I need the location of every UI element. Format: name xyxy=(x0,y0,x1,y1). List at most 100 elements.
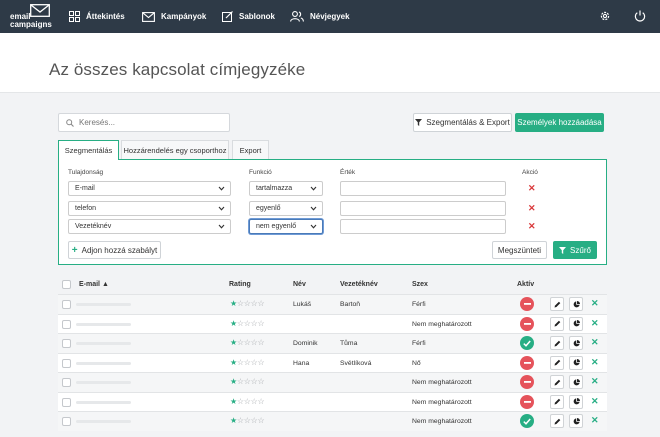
delete-row-icon[interactable]: ✕ xyxy=(591,318,599,328)
star-icon[interactable]: ☆ xyxy=(237,377,244,386)
function-select[interactable]: nem egyenlő xyxy=(249,219,323,234)
select-all-checkbox[interactable] xyxy=(62,280,71,289)
star-icon[interactable]: ☆ xyxy=(237,397,244,406)
star-icon[interactable]: ☆ xyxy=(251,377,258,386)
star-icon[interactable]: ★ xyxy=(230,358,237,367)
stats-button[interactable] xyxy=(569,414,583,428)
table-row[interactable]: ★☆☆☆☆ Hana Světlíková Nő ✕ xyxy=(58,352,607,372)
rating-stars[interactable]: ★☆☆☆☆ xyxy=(230,416,265,425)
function-select[interactable]: egyenlő xyxy=(249,201,323,216)
star-icon[interactable]: ☆ xyxy=(244,416,251,425)
active-status-icon[interactable] xyxy=(520,336,534,350)
nav-item-campaigns[interactable]: Kampányok xyxy=(142,0,206,33)
delete-row-icon[interactable]: ✕ xyxy=(591,357,599,367)
edit-button[interactable] xyxy=(550,414,564,428)
star-icon[interactable]: ★ xyxy=(230,377,237,386)
function-select[interactable]: tartalmazza xyxy=(249,181,323,196)
inactive-status-icon[interactable] xyxy=(520,375,534,389)
star-icon[interactable]: ☆ xyxy=(258,299,265,308)
value-input[interactable] xyxy=(340,219,506,234)
column-header-rating[interactable]: Rating xyxy=(229,281,251,288)
column-header-last-name[interactable]: Vezetéknév xyxy=(340,281,378,288)
row-checkbox[interactable] xyxy=(62,358,71,368)
table-row[interactable]: ★☆☆☆☆ Nem meghatározott ✕ xyxy=(58,313,607,333)
star-icon[interactable]: ☆ xyxy=(251,338,258,347)
delete-rule-icon[interactable]: ✕ xyxy=(528,184,536,193)
property-select[interactable]: Vezetéknév xyxy=(68,219,231,234)
star-icon[interactable]: ☆ xyxy=(237,416,244,425)
tab-assign-group[interactable]: Hozzárendelés egy csoporthoz xyxy=(121,140,229,159)
row-checkbox[interactable] xyxy=(62,397,71,407)
column-header-gender[interactable]: Szex xyxy=(412,281,428,288)
stats-button[interactable] xyxy=(569,375,583,389)
segment-export-button[interactable]: Szegmentálás & Export xyxy=(413,113,512,132)
star-icon[interactable]: ☆ xyxy=(251,397,258,406)
gear-icon[interactable] xyxy=(599,10,611,24)
add-persons-button[interactable]: Személyek hozzáadása xyxy=(515,113,604,132)
star-icon[interactable]: ☆ xyxy=(251,416,258,425)
tab-segmentation[interactable]: Szegmentálás xyxy=(58,140,119,160)
nav-item-contacts[interactable]: Névjegyek xyxy=(290,0,350,33)
inactive-status-icon[interactable] xyxy=(520,316,534,331)
row-checkbox[interactable] xyxy=(62,339,71,348)
filter-button[interactable]: Szűrő xyxy=(553,241,597,259)
edit-button[interactable] xyxy=(550,394,564,409)
column-header-active[interactable]: Aktív xyxy=(517,281,534,288)
star-icon[interactable]: ☆ xyxy=(244,299,251,308)
search-box[interactable] xyxy=(58,113,230,132)
rating-stars[interactable]: ★☆☆☆☆ xyxy=(230,338,265,347)
delete-rule-icon[interactable]: ✕ xyxy=(528,222,536,231)
cancel-button[interactable]: Megszünteti xyxy=(492,241,547,259)
stats-button[interactable] xyxy=(569,316,583,331)
star-icon[interactable]: ☆ xyxy=(244,358,251,367)
edit-button[interactable] xyxy=(550,355,564,370)
table-row[interactable]: ★☆☆☆☆ Nem meghatározott ✕ xyxy=(58,372,607,392)
table-row[interactable]: ★☆☆☆☆ Dominik Tůma Férfi ✕ xyxy=(58,333,607,353)
value-input[interactable] xyxy=(340,201,506,216)
star-icon[interactable]: ☆ xyxy=(237,299,244,308)
star-icon[interactable]: ★ xyxy=(230,416,237,425)
row-checkbox[interactable] xyxy=(62,300,71,309)
value-input[interactable] xyxy=(340,181,506,196)
delete-row-icon[interactable]: ✕ xyxy=(591,416,599,425)
star-icon[interactable]: ☆ xyxy=(258,338,265,347)
delete-rule-icon[interactable]: ✕ xyxy=(528,204,536,213)
column-header-email[interactable]: E-mail ▲ xyxy=(79,281,109,288)
rating-stars[interactable]: ★☆☆☆☆ xyxy=(230,358,265,367)
rating-stars[interactable]: ★☆☆☆☆ xyxy=(230,299,265,308)
delete-row-icon[interactable]: ✕ xyxy=(591,338,599,347)
stats-button[interactable] xyxy=(569,297,583,311)
nav-item-overview[interactable]: Áttekintés xyxy=(69,0,125,33)
star-icon[interactable]: ☆ xyxy=(258,319,265,328)
property-select[interactable]: telefon xyxy=(68,201,231,216)
edit-button[interactable] xyxy=(550,336,564,350)
stats-button[interactable] xyxy=(569,336,583,350)
star-icon[interactable]: ☆ xyxy=(251,358,258,367)
delete-row-icon[interactable]: ✕ xyxy=(591,377,599,386)
star-icon[interactable]: ☆ xyxy=(237,358,244,367)
star-icon[interactable]: ☆ xyxy=(244,319,251,328)
star-icon[interactable]: ☆ xyxy=(244,338,251,347)
star-icon[interactable]: ★ xyxy=(230,338,237,347)
column-header-first-name[interactable]: Név xyxy=(293,281,306,288)
rating-stars[interactable]: ★☆☆☆☆ xyxy=(230,397,265,406)
star-icon[interactable]: ☆ xyxy=(258,377,265,386)
row-checkbox[interactable] xyxy=(62,378,71,387)
property-select[interactable]: E-mail xyxy=(68,181,231,196)
star-icon[interactable]: ☆ xyxy=(237,338,244,347)
inactive-status-icon[interactable] xyxy=(520,297,534,311)
stats-button[interactable] xyxy=(569,355,583,370)
inactive-status-icon[interactable] xyxy=(520,394,534,409)
star-icon[interactable]: ☆ xyxy=(251,319,258,328)
row-checkbox[interactable] xyxy=(62,319,71,329)
star-icon[interactable]: ★ xyxy=(230,319,237,328)
edit-button[interactable] xyxy=(550,297,564,311)
table-row[interactable]: ★☆☆☆☆ Nem meghatározott ✕ xyxy=(58,411,607,431)
table-row[interactable]: ★☆☆☆☆ Nem meghatározott ✕ xyxy=(58,391,607,411)
star-icon[interactable]: ☆ xyxy=(258,397,265,406)
delete-row-icon[interactable]: ✕ xyxy=(591,396,599,406)
star-icon[interactable]: ★ xyxy=(230,397,237,406)
edit-button[interactable] xyxy=(550,375,564,389)
nav-item-templates[interactable]: Sablonok xyxy=(222,0,275,33)
star-icon[interactable]: ☆ xyxy=(258,416,265,425)
